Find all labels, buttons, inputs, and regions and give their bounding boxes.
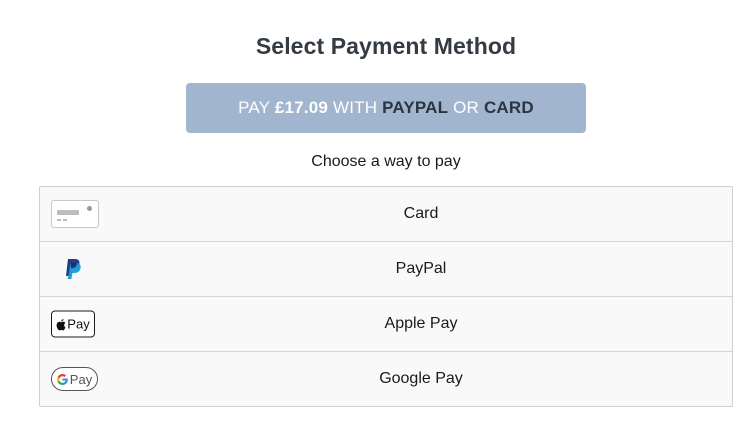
payment-method-google-pay[interactable]: Pay Google Pay — [40, 352, 732, 406]
credit-card-icon — [51, 200, 99, 228]
pay-button-method-card: CARD — [483, 98, 534, 117]
payment-method-label: PayPal — [395, 260, 447, 277]
payment-page: Select Payment Method PAY £17.09 WITH PA… — [0, 0, 754, 435]
pay-button-or: OR — [448, 98, 484, 117]
apple-pay-badge-text: Pay — [67, 316, 90, 332]
pay-button-with: WITH — [328, 98, 383, 117]
paypal-icon — [64, 258, 82, 280]
apple-logo-icon — [56, 318, 66, 330]
choose-way-text: Choose a way to pay — [311, 153, 461, 170]
google-pay-badge-text: Pay — [69, 371, 93, 387]
pay-button-prefix: PAY — [238, 98, 275, 117]
payment-method-paypal[interactable]: PayPal — [40, 242, 732, 297]
pay-button-amount: £17.09 — [274, 98, 329, 117]
pay-button[interactable]: PAY £17.09 WITH PAYPAL OR CARD — [186, 83, 586, 133]
page-title: Select Payment Method — [255, 33, 517, 59]
payment-methods-list: Card PayPal Pay Apple Pay Pay Google Pay — [39, 186, 733, 407]
apple-pay-icon: Pay — [51, 310, 95, 338]
payment-method-label: Google Pay — [379, 370, 463, 387]
payment-method-apple-pay[interactable]: Pay Apple Pay — [40, 297, 732, 352]
payment-method-label: Apple Pay — [384, 315, 458, 332]
pay-button-method-paypal: PAYPAL — [382, 98, 449, 117]
payment-method-label: Card — [403, 205, 439, 222]
payment-method-card[interactable]: Card — [40, 187, 732, 242]
google-g-icon — [56, 373, 68, 385]
google-pay-icon: Pay — [51, 367, 98, 391]
